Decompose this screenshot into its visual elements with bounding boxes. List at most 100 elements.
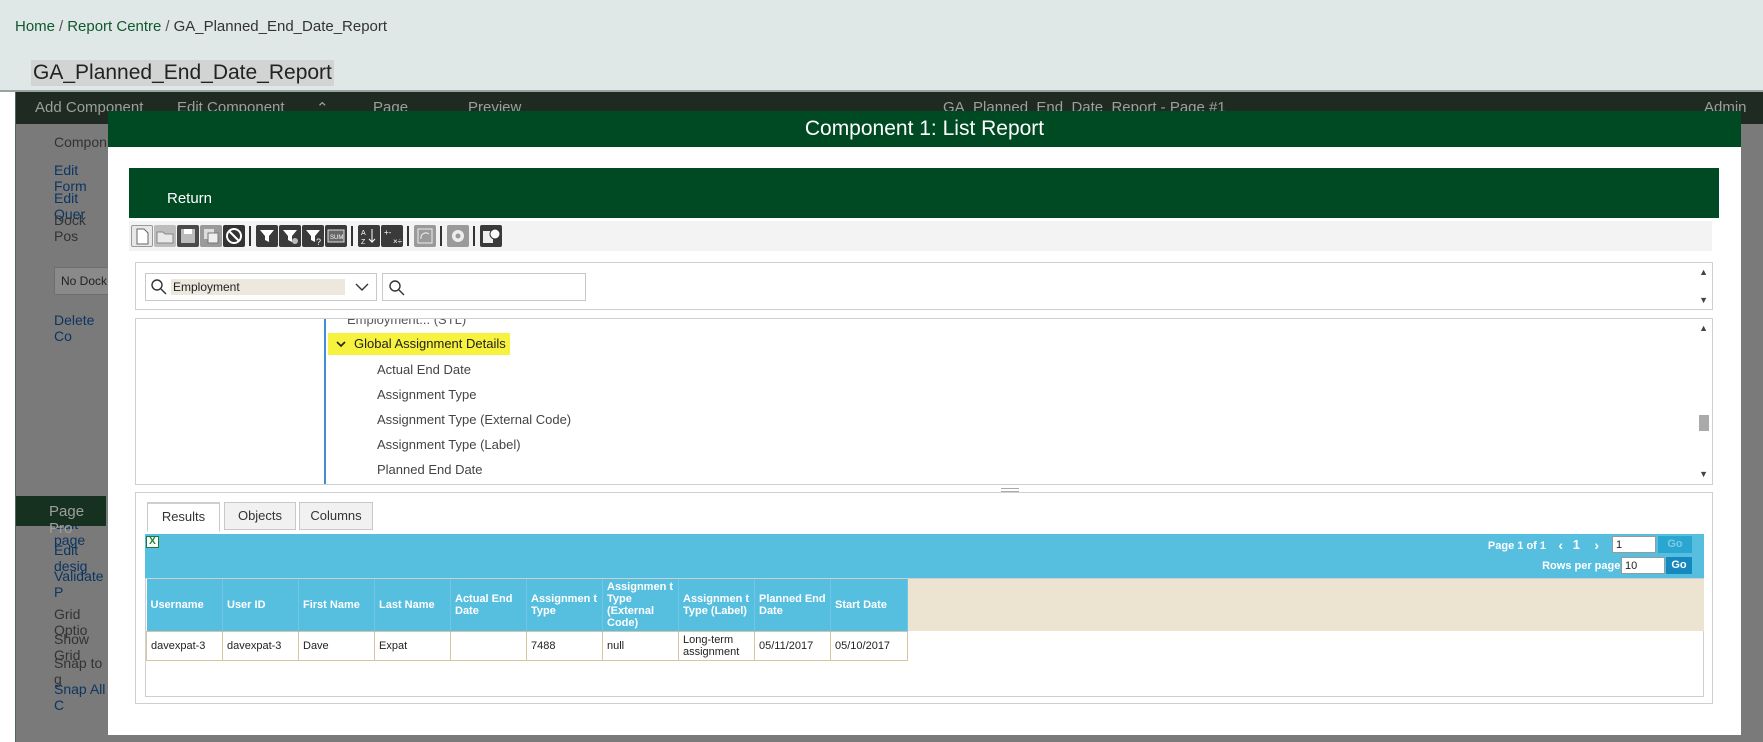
page-number-input[interactable] — [1612, 536, 1656, 553]
go-page-button[interactable]: Go — [1658, 536, 1692, 553]
filter-icon[interactable] — [256, 225, 278, 247]
background-left-gutter — [0, 92, 16, 742]
svg-text:A: A — [361, 230, 366, 237]
results-panel: Results Objects Columns X Page 1 of 1 ‹ … — [135, 492, 1713, 704]
rows-per-page-input[interactable] — [1621, 557, 1665, 574]
cancel-icon[interactable] — [223, 225, 245, 247]
chevron-down-icon[interactable] — [336, 333, 354, 355]
tree-item-assignment-type[interactable]: Assignment Type — [377, 387, 476, 402]
category-select[interactable]: Employment — [145, 273, 377, 301]
tab-columns[interactable]: Columns — [299, 502, 373, 530]
modal-title: Component 1: List Report — [108, 111, 1741, 147]
svg-text:×÷: ×÷ — [393, 237, 403, 246]
save-as-icon[interactable] — [200, 225, 222, 247]
table-header-row: Username User ID First Name Last Name Ac… — [146, 579, 908, 631]
svg-text:SUM: SUM — [330, 235, 343, 241]
scroll-up-icon[interactable]: ▲ — [1699, 267, 1708, 277]
breadcrumb-home-link[interactable]: Home — [15, 18, 55, 35]
tree-item-actual-end-date[interactable]: Actual End Date — [377, 362, 471, 377]
field-search-panel: Employment ▲ ▼ — [135, 262, 1713, 310]
table-cell: 7488 — [526, 630, 603, 661]
go-rows-button[interactable]: Go — [1666, 557, 1692, 574]
svg-text:+-: +- — [384, 228, 392, 237]
grid-header-filler — [907, 579, 1704, 631]
svg-text:Z: Z — [361, 239, 366, 246]
tree-item-partial[interactable]: Employment... (STL) — [347, 319, 466, 327]
tree-item-assignment-type-external-code[interactable]: Assignment Type (External Code) — [377, 412, 571, 427]
column-header[interactable]: Planned End Date — [754, 579, 831, 631]
save-icon[interactable] — [177, 225, 199, 247]
column-header[interactable]: Start Date — [830, 579, 908, 631]
category-select-value: Employment — [171, 279, 345, 295]
new-icon[interactable] — [131, 225, 153, 247]
chevron-left-icon[interactable]: ‹ — [1558, 537, 1563, 553]
tree-guide-line — [324, 319, 326, 484]
tab-objects[interactable]: Objects — [224, 502, 296, 530]
table-row[interactable]: davexpat-3 davexpat-3 Dave Expat 7488 nu… — [146, 630, 908, 661]
open-icon[interactable] — [154, 225, 176, 247]
sort-icon[interactable]: AZ — [358, 225, 380, 247]
report-toolbar: ? SUM AZ +- ×÷ — [129, 221, 1712, 251]
results-toolbar: X Page 1 of 1 ‹ 1 › Go Rows per page: Go — [145, 534, 1704, 578]
column-header[interactable]: Assignmen t Type (External Code) — [602, 579, 679, 631]
tree-group-label: Global Assignment Details — [354, 336, 506, 351]
table-cell: 05/10/2017 — [830, 630, 908, 661]
return-bar: Return — [129, 168, 1719, 218]
toolbar-separator — [249, 226, 251, 246]
table-cell: Expat — [374, 630, 451, 661]
chevron-down-icon[interactable] — [354, 280, 370, 294]
breadcrumb-report-centre-link[interactable]: Report Centre — [67, 18, 161, 35]
column-header[interactable]: First Name — [298, 579, 375, 631]
search-icon — [389, 280, 405, 296]
refresh-icon[interactable] — [414, 225, 436, 247]
page-count-label: Page 1 of 1 — [1487, 540, 1546, 552]
svg-text:?: ? — [316, 237, 321, 247]
field-search-input[interactable] — [407, 278, 577, 296]
tab-results[interactable]: Results — [147, 502, 220, 532]
column-header[interactable]: Actual End Date — [450, 579, 527, 631]
breadcrumb-current: GA_Planned_End_Date_Report — [173, 18, 388, 35]
field-search-box[interactable] — [382, 273, 586, 301]
column-header[interactable]: Assignmen t Type (Label) — [678, 579, 755, 631]
formula-icon[interactable]: SUM — [325, 225, 347, 247]
return-button[interactable]: Return — [167, 190, 212, 207]
toolbar-separator — [351, 226, 353, 246]
scroll-down-icon[interactable]: ▼ — [1699, 469, 1708, 479]
validate-page-link[interactable]: Validate P — [54, 568, 106, 600]
tree-scrollbar-thumb[interactable] — [1699, 415, 1709, 431]
calculation-icon[interactable]: +- ×÷ — [381, 225, 403, 247]
breadcrumb-separator: / — [59, 18, 64, 35]
snap-all-link[interactable]: Snap All C — [54, 681, 106, 713]
column-header[interactable]: Assignmen t Type — [526, 579, 603, 631]
table-cell: Long-term assignment — [678, 630, 755, 661]
filter-edit-icon[interactable] — [279, 225, 301, 247]
search-icon — [151, 279, 167, 295]
schedule-icon[interactable] — [480, 225, 502, 247]
toolbar-separator — [473, 226, 475, 246]
page-properties-header: Page Pro — [16, 496, 106, 537]
filter-help-icon[interactable]: ? — [302, 225, 324, 247]
toolbar-separator — [407, 226, 409, 246]
tree-item-assignment-type-label[interactable]: Assignment Type (Label) — [377, 437, 521, 452]
scroll-down-icon[interactable]: ▼ — [1699, 295, 1708, 305]
field-tree-panel: Employment... (STL) Global Assignment De… — [135, 318, 1713, 485]
scroll-up-icon[interactable]: ▲ — [1699, 323, 1708, 333]
rows-per-page-label: Rows per page: — [1542, 560, 1624, 572]
column-header[interactable]: Last Name — [374, 579, 451, 631]
chevron-right-icon[interactable]: › — [1594, 537, 1599, 553]
column-header[interactable]: User ID — [222, 579, 299, 631]
tree-group-global-assignment-details[interactable]: Global Assignment Details — [328, 333, 510, 355]
dock-position-select[interactable]: No Dock — [54, 267, 114, 295]
dock-position-label: Dock Pos — [54, 212, 86, 244]
table-cell: davexpat-3 — [146, 630, 223, 661]
component-label: Compon — [54, 134, 107, 150]
results-grid: Username User ID First Name Last Name Ac… — [145, 578, 1704, 697]
settings-icon[interactable] — [447, 225, 469, 247]
excel-export-icon[interactable]: X — [146, 536, 159, 548]
tree-item-planned-end-date[interactable]: Planned End Date — [377, 462, 483, 477]
table-cell: 05/11/2017 — [754, 630, 831, 661]
delete-component-link[interactable]: Delete Co — [54, 312, 106, 344]
column-header[interactable]: Username — [146, 579, 223, 631]
page-title: GA_Planned_End_Date_Report — [31, 60, 334, 86]
breadcrumb-separator: / — [165, 18, 170, 35]
